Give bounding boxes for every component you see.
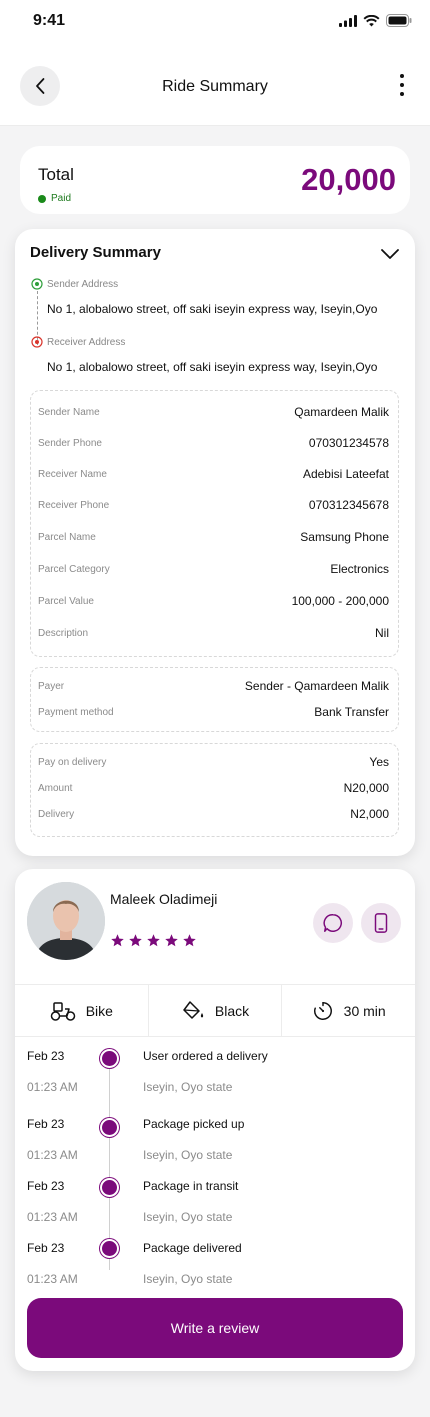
- total-card: Total Paid 20,000: [20, 146, 410, 214]
- paid-status-dot-icon: [38, 194, 46, 203]
- chat-button[interactable]: [313, 903, 353, 943]
- battery-icon: [386, 14, 412, 27]
- detail-row: Payer Sender - Qamardeen Malik: [38, 679, 389, 693]
- vehicle-color: Black: [214, 1002, 250, 1019]
- payment-details-box: Payer Sender - Qamardeen Malik Payment me…: [30, 667, 399, 732]
- timeline-event-location: Iseyin, Oyo state: [143, 1148, 233, 1162]
- star-icon: [165, 934, 178, 947]
- page-title: Ride Summary: [162, 78, 268, 95]
- timeline-date: Feb 23: [27, 1241, 65, 1255]
- delivery-summary-title: Delivery Summary: [30, 244, 161, 261]
- timeline-event-location: Iseyin, Oyo state: [143, 1210, 233, 1224]
- timeline-event-title: Package delivered: [143, 1241, 242, 1255]
- wifi-icon: [363, 14, 380, 26]
- sender-address-label: Sender Address: [47, 279, 119, 290]
- detail-row: Payment method Bank Transfer: [38, 705, 389, 719]
- write-review-button[interactable]: Write a review: [27, 1298, 403, 1358]
- chevron-down-icon[interactable]: [379, 243, 401, 265]
- timeline-date: Feb 23: [27, 1049, 65, 1063]
- driver-card: Maleek Oladimeji Bike Black 30 min Feb 2…: [15, 869, 415, 1371]
- top-navigation-bar: Ride Summary: [0, 44, 430, 126]
- timeline-event-title: Package in transit: [143, 1179, 239, 1193]
- detail-row: Sender Name Qamardeen Malik: [38, 405, 389, 419]
- ride-attributes: Bike Black 30 min: [15, 984, 415, 1037]
- detail-row: Receiver Phone 070312345678: [38, 498, 389, 512]
- timeline-event-location: Iseyin, Oyo state: [143, 1080, 233, 1094]
- parcel-details-box: Sender Name Qamardeen Malik Sender Phone 0…: [30, 390, 399, 657]
- driver-avatar: [27, 882, 105, 960]
- status-bar: 9:41: [0, 0, 430, 44]
- phone-icon: [374, 913, 388, 933]
- driver-name: Maleek Oladimeji: [110, 891, 218, 907]
- detail-row: Parcel Value 100,000 - 200,000: [38, 594, 389, 608]
- star-icon: [183, 934, 196, 947]
- delivery-summary-card: Delivery Summary Sender Address No 1, al…: [15, 229, 415, 856]
- receiver-address: No 1, alobalowo street, off saki iseyin …: [47, 360, 378, 374]
- timeline-event-location: Iseyin, Oyo state: [143, 1272, 233, 1286]
- timeline-event-title: Package picked up: [143, 1117, 245, 1131]
- timeline-time: 01:23 AM: [27, 1148, 78, 1162]
- charges-details-box: Pay on delivery Yes Amount N20,000 Deliver…: [30, 743, 399, 837]
- detail-row: Sender Phone 070301234578: [38, 436, 389, 450]
- total-label: Total: [38, 165, 74, 184]
- detail-row: Pay on delivery Yes: [38, 755, 389, 769]
- receiver-location-pin-icon: [31, 336, 43, 348]
- timer-icon: [313, 1001, 332, 1020]
- signal-icon: [339, 14, 357, 27]
- more-options-button[interactable]: [396, 74, 408, 96]
- timeline-node: [102, 1241, 117, 1256]
- payment-status-text: Paid: [51, 193, 72, 204]
- star-icon: [111, 934, 124, 947]
- timeline-node: [102, 1180, 117, 1195]
- sender-location-pin-icon: [31, 278, 43, 290]
- bike-icon: [50, 1001, 75, 1021]
- timeline-event-title: User ordered a delivery: [143, 1049, 268, 1063]
- sender-address: No 1, alobalowo street, off saki iseyin …: [47, 302, 378, 316]
- detail-row: Parcel Name Samsung Phone: [38, 530, 389, 544]
- timeline-node: [102, 1051, 117, 1066]
- more-vertical-icon: [400, 74, 404, 78]
- total-amount: 20,000: [301, 162, 396, 197]
- driver-rating: [110, 933, 197, 948]
- star-icon: [129, 934, 142, 947]
- receiver-address-label: Receiver Address: [47, 337, 126, 348]
- timeline-track: [109, 1055, 110, 1270]
- system-icons: [339, 14, 412, 27]
- vehicle-attribute: Bike: [15, 985, 149, 1036]
- star-icon: [147, 934, 160, 947]
- timeline-time: 01:23 AM: [27, 1210, 78, 1224]
- chat-icon: [323, 914, 342, 932]
- ride-duration: 30 min: [343, 1002, 386, 1019]
- color-attribute: Black: [149, 985, 283, 1036]
- detail-row: Description Nil: [38, 626, 389, 640]
- detail-row: Parcel Category Electronics: [38, 562, 389, 576]
- timeline-date: Feb 23: [27, 1117, 65, 1131]
- vehicle-type: Bike: [85, 1002, 113, 1019]
- timeline-date: Feb 23: [27, 1179, 65, 1193]
- call-button[interactable]: [361, 903, 401, 943]
- detail-row: Delivery N2,000: [38, 807, 389, 821]
- detail-row: Receiver Name Adebisi Lateefat: [38, 467, 389, 481]
- detail-row: Amount N20,000: [38, 781, 389, 795]
- timeline-node: [102, 1120, 117, 1135]
- payment-status-badge: Paid: [38, 193, 71, 204]
- driver-photo-icon: [27, 882, 105, 960]
- timeline-time: 01:23 AM: [27, 1080, 78, 1094]
- status-time: 9:41: [33, 12, 66, 29]
- timeline-time: 01:23 AM: [27, 1272, 78, 1286]
- paint-bucket-icon: [183, 1000, 204, 1019]
- duration-attribute: 30 min: [282, 985, 415, 1036]
